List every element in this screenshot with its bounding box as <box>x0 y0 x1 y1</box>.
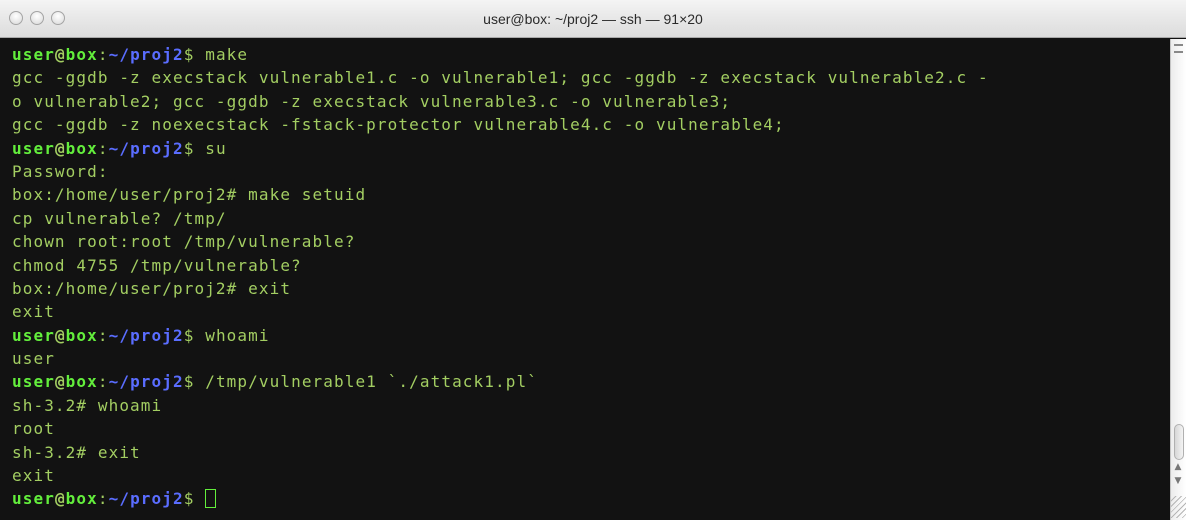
resize-grip-icon[interactable] <box>1171 496 1186 518</box>
prompt-colon: : <box>97 372 109 392</box>
scrollbar-thumb[interactable] <box>1174 424 1184 460</box>
output-line: gcc -ggdb -z execstack vulnerable1.c -o … <box>12 68 989 88</box>
prompt-symbol: $ <box>183 372 206 392</box>
output-line: gcc -ggdb -z noexecstack -fstack-protect… <box>12 115 785 135</box>
prompt-host: box <box>65 45 98 64</box>
prompt-host: box <box>65 325 98 345</box>
split-pane-handle-icon[interactable] <box>1174 44 1183 53</box>
prompt-symbol: $ <box>183 45 206 64</box>
prompt-path: ~/proj2 <box>108 372 184 392</box>
output-line: sh-3.2# exit <box>12 442 141 462</box>
terminal-line: user@box:~/proj2$ su <box>12 137 1170 160</box>
prompt-colon: : <box>97 489 109 509</box>
output-line: chmod 4755 /tmp/vulnerable? <box>12 255 302 275</box>
prompt-user: user <box>12 325 55 345</box>
prompt-at: @ <box>54 138 66 158</box>
command-text: su <box>205 138 227 158</box>
prompt-host: box <box>65 489 98 509</box>
output-line: box:/home/user/proj2# make setuid <box>12 185 367 205</box>
output-line: root <box>12 419 55 439</box>
prompt-at: @ <box>54 45 66 64</box>
prompt-symbol: $ <box>183 325 206 345</box>
output-line: cp vulnerable? /tmp/ <box>12 208 227 228</box>
prompt-user: user <box>12 45 55 64</box>
terminal-line: user@box:~/proj2$ whoami <box>12 324 1170 347</box>
prompt-host: box <box>65 138 98 158</box>
prompt-colon: : <box>97 138 109 158</box>
terminal-line: user@box:~/proj2$ <box>12 487 1170 510</box>
window-title: user@box: ~/proj2 — ssh — 91×20 <box>483 11 703 27</box>
command-text: make <box>205 45 249 64</box>
block-cursor-icon <box>205 489 217 509</box>
title-bar[interactable]: user@box: ~/proj2 — ssh — 91×20 <box>0 0 1186 38</box>
prompt-symbol: $ <box>183 489 206 509</box>
output-line: chown root:root /tmp/vulnerable? <box>12 232 356 252</box>
prompt-symbol: $ <box>183 138 206 158</box>
output-line: user <box>12 349 55 369</box>
prompt-colon: : <box>97 45 109 64</box>
output-line: o vulnerable2; gcc -ggdb -z execstack vu… <box>12 91 732 111</box>
prompt-path: ~/proj2 <box>108 138 184 158</box>
output-line: exit <box>12 302 55 322</box>
terminal-line: user@box:~/proj2$ make <box>12 43 1170 66</box>
output-line: Password: <box>12 161 109 181</box>
terminal-window: user@box: ~/proj2 — ssh — 91×20 user@box… <box>0 0 1186 520</box>
prompt-path: ~/proj2 <box>108 325 184 345</box>
prompt-path: ~/proj2 <box>108 489 184 509</box>
terminal-output[interactable]: user@box:~/proj2$ make gcc -ggdb -z exec… <box>0 39 1170 520</box>
scroll-up-arrow-icon[interactable]: ▲ <box>1173 462 1183 472</box>
command-text: /tmp/vulnerable1 `./attack1.pl` <box>205 372 538 392</box>
terminal-line: user@box:~/proj2$ /tmp/vulnerable1 `./at… <box>12 370 1170 393</box>
prompt-colon: : <box>97 325 109 345</box>
prompt-path: ~/proj2 <box>108 45 184 64</box>
prompt-user: user <box>12 372 55 392</box>
scroll-down-arrow-icon[interactable]: ▼ <box>1173 476 1183 486</box>
prompt-host: box <box>65 372 98 392</box>
output-line: box:/home/user/proj2# exit <box>12 278 292 298</box>
prompt-at: @ <box>54 372 66 392</box>
prompt-user: user <box>12 489 55 509</box>
prompt-at: @ <box>54 325 66 345</box>
prompt-at: @ <box>54 489 66 509</box>
command-text: whoami <box>205 325 270 345</box>
output-line: exit <box>12 466 55 486</box>
output-line: sh-3.2# whoami <box>12 395 163 415</box>
prompt-user: user <box>12 138 55 158</box>
